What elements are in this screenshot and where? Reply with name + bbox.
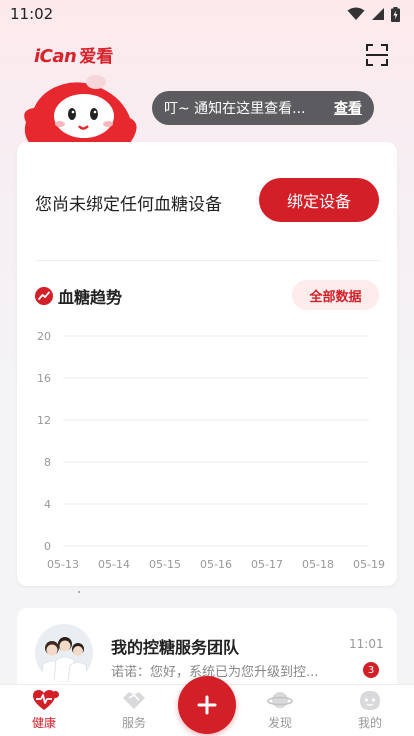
notification-view-link[interactable]: 查看 [334, 98, 362, 118]
tab-mine[interactable]: 我的 [340, 689, 400, 735]
y-tick-label: 0 [44, 540, 51, 553]
mascot-icon[interactable] [18, 70, 142, 146]
handshake-icon [123, 692, 145, 709]
app-logo: iCan 爱看 [34, 42, 113, 67]
glucose-card: 您尚未绑定任何血糖设备 绑定设备 血糖趋势 全部数据 0 4 8 12 16 20 05-1… [17, 142, 397, 586]
tab-service-label: 服务 [121, 716, 146, 730]
tab-discover-label: 发现 [267, 716, 292, 730]
x-tick-label: 05-15 [149, 558, 181, 571]
scan-button[interactable] [364, 42, 390, 68]
planet-icon [267, 692, 293, 708]
page-indicator-dot [78, 591, 80, 593]
doctors-avatar-icon [35, 624, 93, 682]
bind-device-button[interactable]: 绑定设备 [259, 178, 379, 222]
battery-icon [391, 6, 400, 22]
team-message-time: 11:01 [349, 637, 384, 651]
x-tick-label: 05-18 [302, 558, 334, 571]
status-bar: 11:02 [0, 0, 414, 28]
x-tick-label: 05-13 [47, 558, 79, 571]
tab-mine-label: 我的 [357, 716, 382, 730]
notification-banner[interactable]: 叮~ 通知在这里查看... 查看 [152, 91, 374, 125]
y-tick-label: 8 [44, 456, 51, 469]
add-record-button[interactable] [178, 676, 236, 734]
app-header: iCan 爱看 [0, 34, 414, 74]
status-icons [347, 6, 400, 22]
notification-text: 叮~ 通知在这里查看... [164, 101, 306, 117]
glucose-trend-chart: 0 4 8 12 16 20 05-13 05-14 05-15 05-16 05-17 05-18 0… [37, 330, 385, 571]
x-tick-label: 05-16 [200, 558, 232, 571]
logo-text-cn: 爱看 [79, 47, 114, 67]
y-tick-label: 20 [37, 330, 51, 343]
y-tick-label: 12 [37, 414, 51, 427]
tab-service[interactable]: 服务 [104, 689, 164, 735]
plus-icon [197, 695, 217, 715]
scan-icon [366, 44, 388, 66]
trend-header: 血糖趋势 [35, 284, 122, 308]
trend-icon [35, 287, 53, 305]
x-tick-label: 05-17 [251, 558, 283, 571]
x-tick-label: 05-14 [98, 558, 130, 571]
logo-text-en: iCan [34, 46, 77, 67]
all-data-button[interactable]: 全部数据 [292, 280, 379, 310]
x-tick-label: 05-19 [353, 558, 385, 571]
tab-health-label: 健康 [31, 716, 56, 730]
card-divider [35, 260, 379, 261]
y-tick-label: 4 [44, 498, 51, 511]
face-icon [360, 691, 380, 710]
status-time: 11:02 [10, 5, 54, 23]
signal-icon [372, 8, 384, 20]
unread-badge: 3 [363, 662, 379, 678]
tab-health[interactable]: 健康 [14, 689, 74, 735]
team-name: 我的控糖服务团队 [111, 638, 240, 657]
y-tick-label: 16 [37, 372, 51, 385]
team-avatar [35, 624, 93, 682]
trend-title: 血糖趋势 [58, 288, 123, 307]
tab-health-dot [52, 691, 59, 698]
tab-discover[interactable]: 发现 [250, 689, 310, 735]
no-device-message: 您尚未绑定任何血糖设备 [35, 195, 222, 215]
wifi-icon [347, 7, 365, 20]
